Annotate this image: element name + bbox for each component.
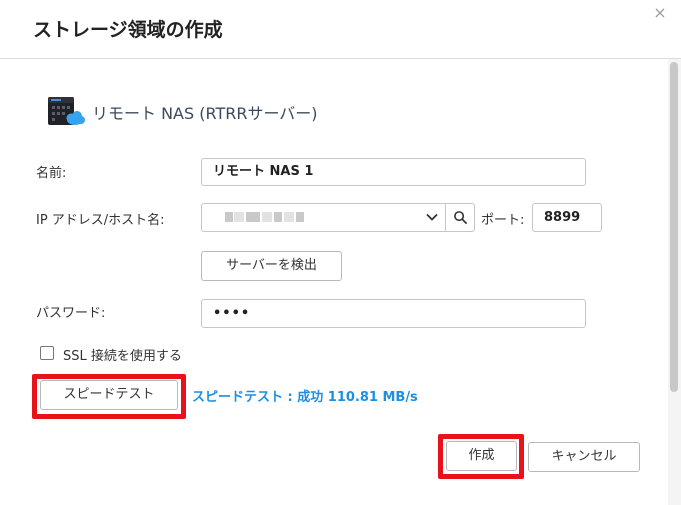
port-input[interactable]: 8899 xyxy=(532,203,602,232)
password-label: パスワード: xyxy=(36,306,106,321)
host-label: IP アドレス/ホスト名: xyxy=(36,213,165,228)
masked-host-segment xyxy=(296,212,304,222)
close-icon[interactable]: × xyxy=(652,5,668,21)
ssl-checkbox[interactable] xyxy=(40,346,54,360)
cancel-button[interactable]: キャンセル xyxy=(528,442,640,472)
masked-host-segment xyxy=(234,212,244,222)
chevron-down-icon[interactable] xyxy=(425,210,439,224)
search-icon xyxy=(454,211,468,225)
port-label: ポート: xyxy=(481,213,525,228)
create-button[interactable]: 作成 xyxy=(446,441,517,471)
scrollbar-thumb[interactable] xyxy=(670,62,678,392)
search-button[interactable] xyxy=(445,203,475,232)
ssl-label: SSL 接続を使用する xyxy=(63,349,182,364)
nas-cloud-icon xyxy=(48,97,85,125)
host-combobox[interactable] xyxy=(201,203,445,232)
remote-nas-label: リモート NAS (RTRRサーバー) xyxy=(92,104,318,123)
dialog-title: ストレージ領域の作成 xyxy=(33,19,223,41)
masked-host-segment xyxy=(246,212,260,222)
masked-host-segment xyxy=(262,212,272,222)
masked-host-segment xyxy=(274,212,282,222)
speed-test-result: スピードテスト : 成功 110.81 MB/s xyxy=(192,390,418,405)
speed-test-button[interactable]: スピードテスト xyxy=(40,380,178,410)
detect-server-button[interactable]: サーバーを検出 xyxy=(201,251,342,281)
name-input[interactable]: リモート NAS 1 xyxy=(201,158,586,186)
masked-host-segment xyxy=(284,212,294,222)
name-label: 名前: xyxy=(36,166,67,181)
create-storage-space-dialog: ストレージ領域の作成 × リモート NAS (RTRRサーバー) 名前: リモー… xyxy=(0,0,681,505)
masked-host-segment xyxy=(225,212,233,222)
title-divider xyxy=(0,58,681,59)
password-input[interactable]: •••• xyxy=(201,299,586,328)
